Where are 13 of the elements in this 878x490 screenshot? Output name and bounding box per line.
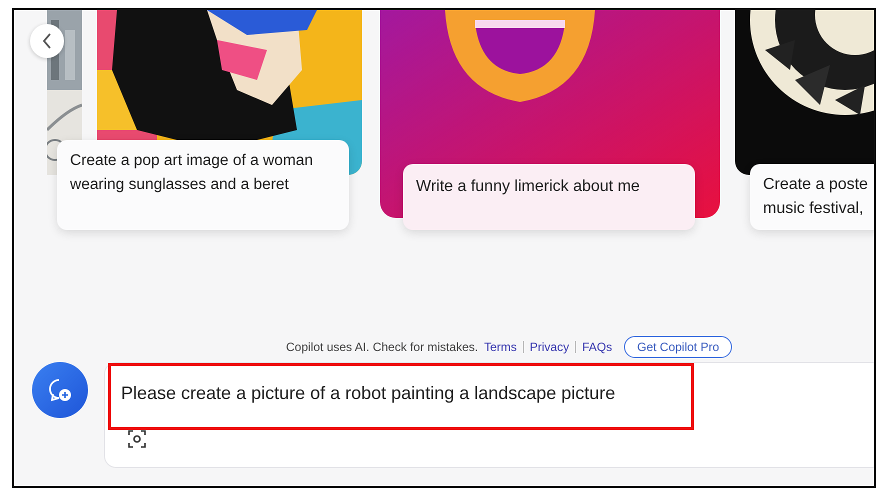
footer-link[interactable]: Privacy (530, 340, 570, 354)
disclaimer-text: Copilot uses AI. Check for mistakes. (286, 340, 478, 354)
prompt-input-field[interactable]: Please create a picture of a robot painting a landscape picture (121, 379, 681, 407)
chevron-left-icon (42, 33, 52, 49)
suggestion-card[interactable]: Create a pop art image of a woman wearing sunglasses and a beret (57, 140, 349, 230)
suggestion-card[interactable]: Create a poste music festival, (750, 164, 874, 230)
footer-link[interactable]: FAQs (582, 340, 612, 354)
back-button[interactable] (30, 24, 64, 58)
suggestion-card[interactable]: Write a funny limerick about me (403, 164, 695, 230)
get-pro-button[interactable]: Get Copilot Pro (624, 336, 732, 358)
footer-link[interactable]: Terms (484, 340, 517, 354)
scan-icon[interactable] (127, 429, 147, 449)
chat-plus-icon (47, 377, 73, 403)
